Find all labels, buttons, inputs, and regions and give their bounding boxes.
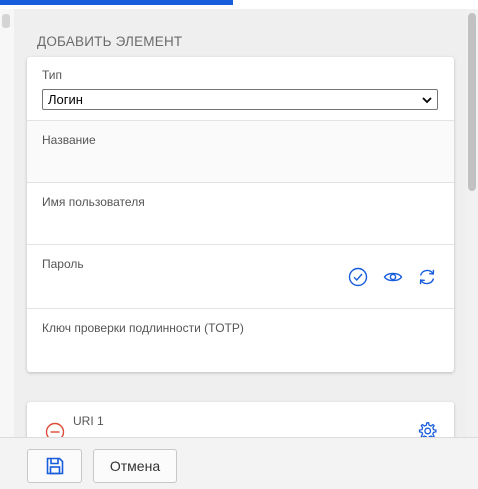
totp-label: Ключ проверки подлинности (TOTP) xyxy=(42,321,244,335)
name-label: Название xyxy=(42,133,96,147)
item-form-card: Тип Логин Название Имя пользователя Паро… xyxy=(27,57,454,372)
type-select-value: Логин xyxy=(48,92,83,107)
username-row[interactable]: Имя пользователя xyxy=(27,183,454,245)
type-label: Тип xyxy=(42,68,63,82)
eye-icon xyxy=(383,272,403,282)
cancel-button[interactable]: Отмена xyxy=(93,449,177,483)
save-button[interactable] xyxy=(27,449,82,483)
totp-row[interactable]: Ключ проверки подлинности (TOTP) xyxy=(27,309,454,372)
left-scroll-rail xyxy=(0,9,14,439)
check-circle-icon xyxy=(348,267,368,287)
chevron-down-icon xyxy=(422,97,432,104)
footer-bar: Отмена xyxy=(0,437,478,489)
name-row[interactable]: Название xyxy=(27,121,454,183)
type-select[interactable]: Логин xyxy=(42,89,438,110)
type-row: Тип Логин xyxy=(27,57,454,121)
refresh-icon xyxy=(419,269,435,285)
top-accent-bar xyxy=(0,0,233,5)
section-title: ДОБАВИТЬ ЭЛЕМЕНТ xyxy=(37,34,183,49)
save-icon xyxy=(46,457,63,475)
scrollbar-thumb[interactable] xyxy=(468,13,476,191)
vertical-scrollbar[interactable] xyxy=(466,9,478,439)
toggle-password-visibility-button[interactable] xyxy=(382,266,404,288)
generate-password-button[interactable] xyxy=(416,266,438,288)
top-bar xyxy=(0,0,478,9)
uri-label: URI 1 xyxy=(73,414,104,428)
password-label: Пароль xyxy=(42,257,84,271)
left-scroll-nub[interactable] xyxy=(2,14,10,28)
password-row[interactable]: Пароль xyxy=(27,245,454,309)
username-label: Имя пользователя xyxy=(42,195,145,209)
check-password-button[interactable] xyxy=(347,266,369,288)
